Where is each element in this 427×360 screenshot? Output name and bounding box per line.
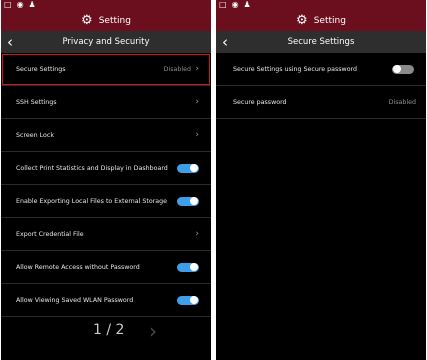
setting-value: Disabled xyxy=(388,98,416,106)
setting-item-secure-password[interactable]: Secure password Disabled xyxy=(216,86,426,119)
setting-item-export-credential-file[interactable]: Export Credential File › xyxy=(1,218,211,251)
pagination: 1 / 2 › xyxy=(1,315,211,349)
setting-label: Secure password xyxy=(233,98,287,106)
chevron-right-icon: › xyxy=(195,130,199,140)
back-icon[interactable]: ‹ xyxy=(222,32,228,52)
setting-item-ssh-settings[interactable]: SSH Settings › xyxy=(1,86,211,119)
toggle-knob xyxy=(393,65,401,73)
setting-label: Allow Viewing Saved WLAN Password xyxy=(16,296,134,304)
page-indicator: 1 / 2 xyxy=(93,322,125,338)
setting-label: SSH Settings xyxy=(16,98,57,106)
gear-icon: ⚙ xyxy=(296,12,308,28)
toggle-knob xyxy=(190,263,198,271)
back-icon[interactable]: ‹ xyxy=(7,32,13,52)
setting-label: Collect Print Statistics and Display in … xyxy=(16,164,168,172)
settings-list: Secure Settings Disabled › SSH Settings … xyxy=(1,53,211,317)
setting-label: Secure Settings using Secure password xyxy=(233,65,358,73)
app-header: ⚙ Setting xyxy=(1,10,211,31)
allow-viewing-wlan-password-toggle[interactable] xyxy=(177,295,199,305)
page-header: ‹ Secure Settings xyxy=(216,31,426,53)
allow-remote-access-toggle[interactable] xyxy=(177,262,199,272)
setting-item-screen-lock[interactable]: Screen Lock › xyxy=(1,119,211,152)
toggle-knob xyxy=(190,164,198,172)
enable-exporting-local-files-toggle[interactable] xyxy=(177,196,199,206)
settings-list: Secure Settings using Secure password Se… xyxy=(216,53,426,119)
setting-label: Export Credential File xyxy=(16,230,84,238)
setting-label: Secure Settings xyxy=(16,65,66,73)
setting-item-secure-settings[interactable]: Secure Settings Disabled › xyxy=(1,53,211,86)
setting-label: Enable Exporting Local Files to External… xyxy=(16,197,168,205)
location-icon: ◉ xyxy=(231,0,239,9)
setting-item-collect-print-statistics: Collect Print Statistics and Display in … xyxy=(1,152,211,185)
privacy-security-screen: □ ◉ ♟ ⚙ Setting ‹ Privacy and Security S… xyxy=(1,0,211,360)
monitor-icon: □ xyxy=(219,0,227,9)
chevron-right-icon: › xyxy=(195,64,199,74)
gear-icon: ⚙ xyxy=(81,12,93,28)
app-header: ⚙ Setting xyxy=(216,10,426,31)
setting-label: Allow Remote Access without Password xyxy=(16,263,140,271)
secure-settings-screen: □ ◉ ♟ ⚙ Setting ‹ Secure Settings Secure… xyxy=(216,0,426,360)
toggle-knob xyxy=(190,296,198,304)
setting-item-allow-remote-access: Allow Remote Access without Password xyxy=(1,251,211,284)
status-bar: □ ◉ ♟ xyxy=(216,0,426,10)
chevron-right-icon: › xyxy=(195,97,199,107)
location-icon: ◉ xyxy=(16,0,24,9)
setting-value: Disabled xyxy=(163,65,191,73)
next-page-button[interactable]: › xyxy=(149,319,157,343)
app-title: Setting xyxy=(313,15,346,26)
page-title: Privacy and Security xyxy=(62,37,150,47)
setting-item-secure-settings-password: Secure Settings using Secure password xyxy=(216,53,426,86)
collect-print-statistics-toggle[interactable] xyxy=(177,163,199,173)
person-icon: ♟ xyxy=(28,0,36,9)
secure-settings-password-toggle[interactable] xyxy=(392,64,414,74)
app-title: Setting xyxy=(98,15,131,26)
person-icon: ♟ xyxy=(243,0,251,9)
setting-label: Screen Lock xyxy=(16,131,55,139)
page-title: Secure Settings xyxy=(287,37,355,47)
status-bar: □ ◉ ♟ xyxy=(1,0,211,10)
monitor-icon: □ xyxy=(4,0,12,9)
toggle-knob xyxy=(190,197,198,205)
page-header: ‹ Privacy and Security xyxy=(1,31,211,53)
setting-item-enable-exporting-local-files: Enable Exporting Local Files to External… xyxy=(1,185,211,218)
chevron-right-icon: › xyxy=(195,229,199,239)
setting-item-allow-viewing-wlan-password: Allow Viewing Saved WLAN Password xyxy=(1,284,211,317)
